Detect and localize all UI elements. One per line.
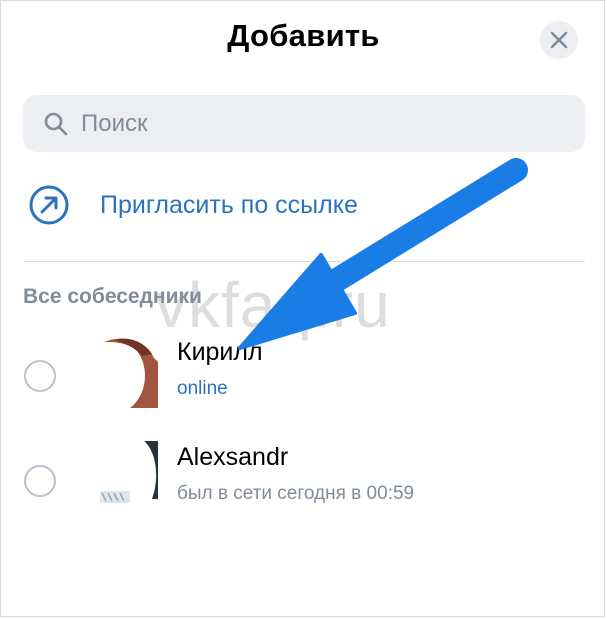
watermark: vkfaq.ru bbox=[155, 269, 391, 341]
modal-title: Добавить bbox=[227, 18, 380, 53]
contact-status: online bbox=[177, 378, 228, 399]
search-field[interactable] bbox=[23, 95, 585, 152]
close-icon bbox=[550, 31, 568, 49]
contact-status: был в сети сегодня в 00:59 bbox=[177, 483, 415, 504]
divider bbox=[24, 261, 585, 262]
contact-row[interactable]: Кирилл online bbox=[0, 336, 607, 426]
contact-name: Кирилл bbox=[177, 338, 263, 366]
invite-label: Пригласить по ссылке bbox=[100, 190, 358, 219]
select-radio[interactable] bbox=[24, 465, 56, 497]
arrow-up-right-circle-icon bbox=[28, 184, 70, 226]
search-input[interactable] bbox=[79, 108, 563, 139]
contact-name: Alexsandr bbox=[177, 443, 289, 471]
avatar bbox=[96, 441, 158, 513]
select-radio[interactable] bbox=[24, 360, 56, 392]
invite-by-link-button[interactable]: Пригласить по ссылке bbox=[28, 180, 568, 230]
contact-row[interactable]: Alexsandr был в сети сегодня в 00:59 bbox=[0, 441, 607, 531]
avatar bbox=[96, 336, 158, 408]
search-icon bbox=[43, 111, 69, 137]
close-button[interactable] bbox=[540, 21, 578, 59]
